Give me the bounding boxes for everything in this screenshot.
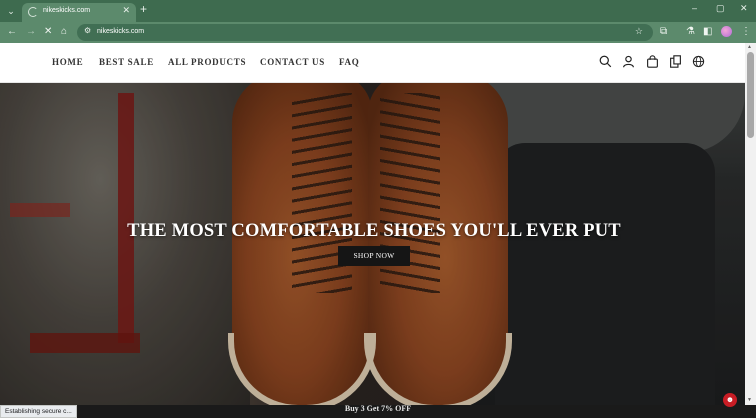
address-bar[interactable]: ⚙ nikeskicks.com ☆ bbox=[77, 24, 653, 41]
labs-flask-icon[interactable]: ⚗ bbox=[686, 25, 695, 39]
browser-tab-strip: ⌄ nikeskicks.com ✕ + – ▢ ✕ bbox=[0, 0, 756, 22]
bookmark-star-icon[interactable]: ☆ bbox=[635, 26, 643, 37]
nav-best-sale[interactable]: BEST SALE bbox=[99, 57, 154, 67]
scroll-down-icon[interactable]: ▼ bbox=[747, 397, 752, 403]
home-icon[interactable]: ⌂ bbox=[61, 25, 67, 39]
address-url[interactable]: nikeskicks.com bbox=[97, 28, 144, 35]
forward-arrow-icon[interactable]: → bbox=[26, 25, 36, 39]
tab-search-chevron-icon[interactable]: ⌄ bbox=[4, 4, 18, 18]
extensions-icon[interactable]: ⧉ bbox=[660, 25, 667, 39]
site-info-icon[interactable]: ⚙ bbox=[84, 26, 91, 35]
close-window-button[interactable]: ✕ bbox=[740, 3, 748, 14]
back-arrow-icon[interactable]: ← bbox=[7, 25, 17, 39]
browser-status-bubble: Establishing secure c... bbox=[0, 405, 77, 418]
chat-support-icon[interactable]: ☻ bbox=[723, 393, 737, 407]
shop-now-button[interactable]: SHOP NOW bbox=[338, 246, 410, 266]
browser-tab[interactable]: nikeskicks.com ✕ bbox=[22, 3, 136, 22]
nav-all-products[interactable]: ALL PRODUCTS bbox=[168, 57, 246, 67]
promo-text: Buy 3 Get 7% OFF bbox=[344, 404, 412, 413]
orders-icon[interactable] bbox=[669, 55, 682, 68]
menu-kebab-icon[interactable]: ⋮ bbox=[741, 25, 751, 39]
cart-bag-icon[interactable] bbox=[646, 55, 659, 68]
new-tab-button[interactable]: + bbox=[140, 2, 147, 16]
nav-faq[interactable]: FAQ bbox=[339, 57, 359, 67]
globe-language-icon[interactable] bbox=[692, 55, 705, 68]
search-icon[interactable] bbox=[599, 55, 612, 68]
maximize-button[interactable]: ▢ bbox=[716, 3, 725, 14]
browser-toolbar: ← → ✕ ⌂ ⚙ nikeskicks.com ☆ ⧉ ⚗ ◧ ⋮ bbox=[0, 22, 756, 43]
side-panel-icon[interactable]: ◧ bbox=[703, 25, 712, 39]
page-scrollbar[interactable]: ▲ ▼ bbox=[745, 43, 756, 405]
nav-contact-us[interactable]: CONTACT US bbox=[260, 57, 325, 67]
account-icon[interactable] bbox=[622, 55, 635, 68]
promo-bar: Buy 3 Get 7% OFF bbox=[0, 405, 756, 418]
scroll-thumb[interactable] bbox=[747, 52, 754, 138]
stop-loading-icon[interactable]: ✕ bbox=[44, 25, 52, 39]
profile-avatar[interactable] bbox=[721, 26, 732, 37]
hero-banner: THE MOST COMFORTABLE SHOES YOU'LL EVER P… bbox=[0, 83, 745, 405]
minimize-button[interactable]: – bbox=[692, 3, 697, 13]
tab-title: nikeskicks.com bbox=[43, 7, 91, 14]
loading-spinner-icon bbox=[28, 7, 38, 17]
hero-title: THE MOST COMFORTABLE SHOES YOU'LL EVER P… bbox=[127, 221, 621, 241]
site-header: HOME BEST SALE ALL PRODUCTS CONTACT US F… bbox=[0, 43, 745, 83]
scroll-up-icon[interactable]: ▲ bbox=[747, 44, 752, 50]
nav-home[interactable]: HOME bbox=[52, 57, 83, 67]
tab-close-icon[interactable]: ✕ bbox=[122, 5, 130, 16]
